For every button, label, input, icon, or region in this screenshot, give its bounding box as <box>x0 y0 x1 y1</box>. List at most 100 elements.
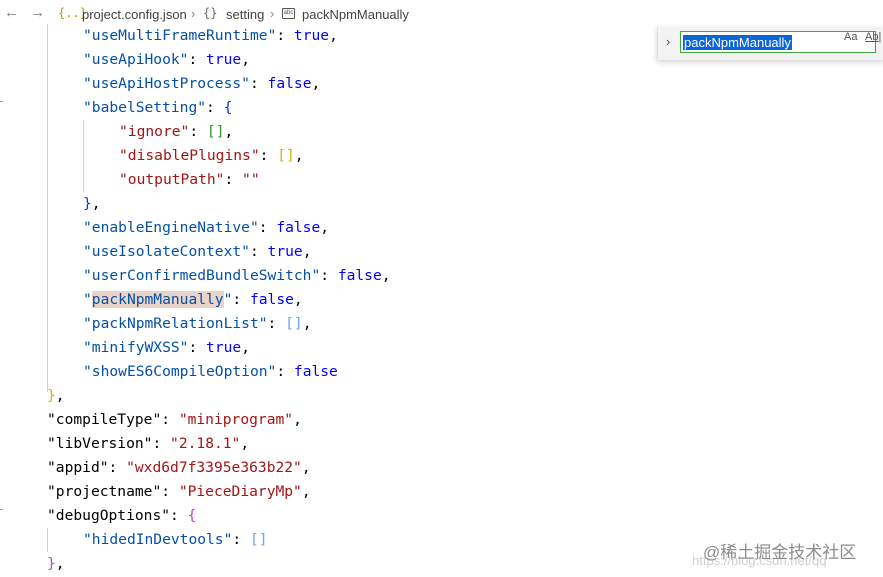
code-line: "compileType": "miniprogram", <box>47 411 302 428</box>
bracket: { <box>187 507 197 524</box>
json-value: "wxd6d7f3395e363b22" <box>126 459 302 476</box>
json-key: appid <box>55 459 100 476</box>
code-line: "useApiHook": true, <box>83 51 250 68</box>
json-value: false <box>249 291 294 308</box>
punctuation: , <box>224 123 234 140</box>
bracket: [ <box>285 315 294 332</box>
json-value: false <box>337 267 382 284</box>
code-line: "useMultiFrameRuntime": true, <box>83 27 338 44</box>
bracket: [ <box>206 123 216 140</box>
code-line: "minifyWXSS": true, <box>83 339 250 356</box>
code-line: "packNpmRelationList": [], <box>83 315 312 332</box>
punctuation: , <box>55 387 65 404</box>
code-line: "debugOptions": { <box>47 507 197 524</box>
json-value: false <box>276 219 321 236</box>
json-key: outputPath <box>127 171 216 188</box>
punctuation: , <box>240 435 250 452</box>
bracket: [ <box>249 531 259 548</box>
code-line: }, <box>83 192 101 216</box>
json-value: "" <box>242 171 260 188</box>
punctuation: , <box>293 411 302 428</box>
json-key: packNpmRelationList <box>91 315 259 332</box>
punctuation: , <box>301 459 311 476</box>
json-value: true <box>206 51 242 68</box>
json-key: disablePlugins <box>127 147 251 164</box>
code-line: }, <box>47 552 65 576</box>
json-key: useApiHostProcess <box>91 75 242 92</box>
punctuation: , <box>294 147 304 164</box>
code-line: "packNpmManually": false, <box>83 291 303 308</box>
code-line: "appid": "wxd6d7f3395e363b22", <box>47 459 311 476</box>
punctuation: , <box>302 243 312 260</box>
breadcrumb: ← → {..} project.config.json › {} settin… <box>0 0 883 27</box>
code-line: }, <box>47 384 65 408</box>
code-editor[interactable]: "useMultiFrameRuntime": true, "useApiHoo… <box>0 24 883 577</box>
json-key: useApiHook <box>91 51 180 68</box>
json-key: hidedInDevtools <box>91 531 224 548</box>
json-key: babelSetting <box>91 99 198 116</box>
punctuation: , <box>55 555 65 572</box>
code-line: "enableEngineNative": false, <box>83 219 330 236</box>
watermark: @稀土掘金技术社区 <box>703 543 857 562</box>
find-widget: › packNpmManually Aa Ab| <box>657 27 883 60</box>
json-key: debugOptions <box>55 507 162 524</box>
code-line: "ignore": [], <box>119 123 234 140</box>
indent-guide <box>83 120 84 192</box>
json-key: userConfirmedBundleSwitch <box>91 267 312 284</box>
punctuation: , <box>241 339 250 356</box>
json-value: true <box>206 339 242 356</box>
json-key: compileType <box>55 411 153 428</box>
back-arrow-icon[interactable]: ← <box>4 5 19 21</box>
json-key: projectname <box>55 483 153 500</box>
code-line: "useIsolateContext": true, <box>83 243 312 260</box>
punctuation: , <box>241 51 250 68</box>
find-input-value[interactable]: packNpmManually <box>683 35 792 50</box>
breadcrumb-file[interactable]: project.config.json <box>82 7 187 22</box>
forward-arrow-icon[interactable]: → <box>30 5 45 21</box>
punctuation: , <box>311 75 321 92</box>
bracket: { <box>223 99 233 116</box>
code-line: "disablePlugins": [], <box>119 147 304 164</box>
json-value: false <box>293 363 338 380</box>
bracket: } <box>47 387 56 404</box>
punctuation: , <box>293 291 303 308</box>
punctuation: , <box>329 27 338 44</box>
indent-guide <box>47 24 48 392</box>
json-key: libVersion <box>55 435 144 452</box>
match-whole-word-icon[interactable]: Ab| <box>865 31 881 43</box>
match-case-icon[interactable]: Aa <box>844 31 857 43</box>
json-value: false <box>267 75 312 92</box>
bracket: ] <box>258 531 268 548</box>
breadcrumb-property[interactable]: packNpmManually <box>302 7 409 22</box>
fold-marker <box>0 509 3 510</box>
punctuation: , <box>381 267 391 284</box>
breadcrumb-object[interactable]: setting <box>226 7 264 22</box>
indent-guide <box>47 528 48 552</box>
json-value: "2.18.1" <box>170 435 241 452</box>
code-line: "babelSetting": { <box>83 99 233 116</box>
object-icon: {} <box>203 6 218 20</box>
code-line: "outputPath": "" <box>119 171 260 188</box>
fold-marker <box>0 101 3 102</box>
punctuation: , <box>301 483 311 500</box>
punctuation: , <box>320 219 330 236</box>
json-key: ignore <box>127 123 181 140</box>
search-match-highlight: packNpmManually <box>91 291 224 308</box>
bracket: } <box>83 195 92 212</box>
bracket: [ <box>277 147 286 164</box>
json-key: enableEngineNative <box>91 219 250 236</box>
json-key: minifyWXSS <box>91 339 180 356</box>
json-key: useMultiFrameRuntime <box>91 27 268 44</box>
code-line: "hidedInDevtools": [] <box>83 531 268 548</box>
code-line: "libVersion": "2.18.1", <box>47 435 250 452</box>
json-value: "PieceDiaryMp" <box>178 483 302 500</box>
code-line: "showES6CompileOption": false <box>83 363 338 380</box>
json-value: "miniprogram" <box>178 411 294 428</box>
toggle-replace-chevron-icon[interactable]: › <box>666 34 670 49</box>
json-key: showES6CompileOption <box>91 363 268 380</box>
bracket: ] <box>285 147 295 164</box>
chevron-right-icon: › <box>270 6 275 21</box>
code-line: "projectname": "PieceDiaryMp", <box>47 483 311 500</box>
bracket: } <box>47 555 56 572</box>
string-property-icon: abc <box>282 8 295 19</box>
